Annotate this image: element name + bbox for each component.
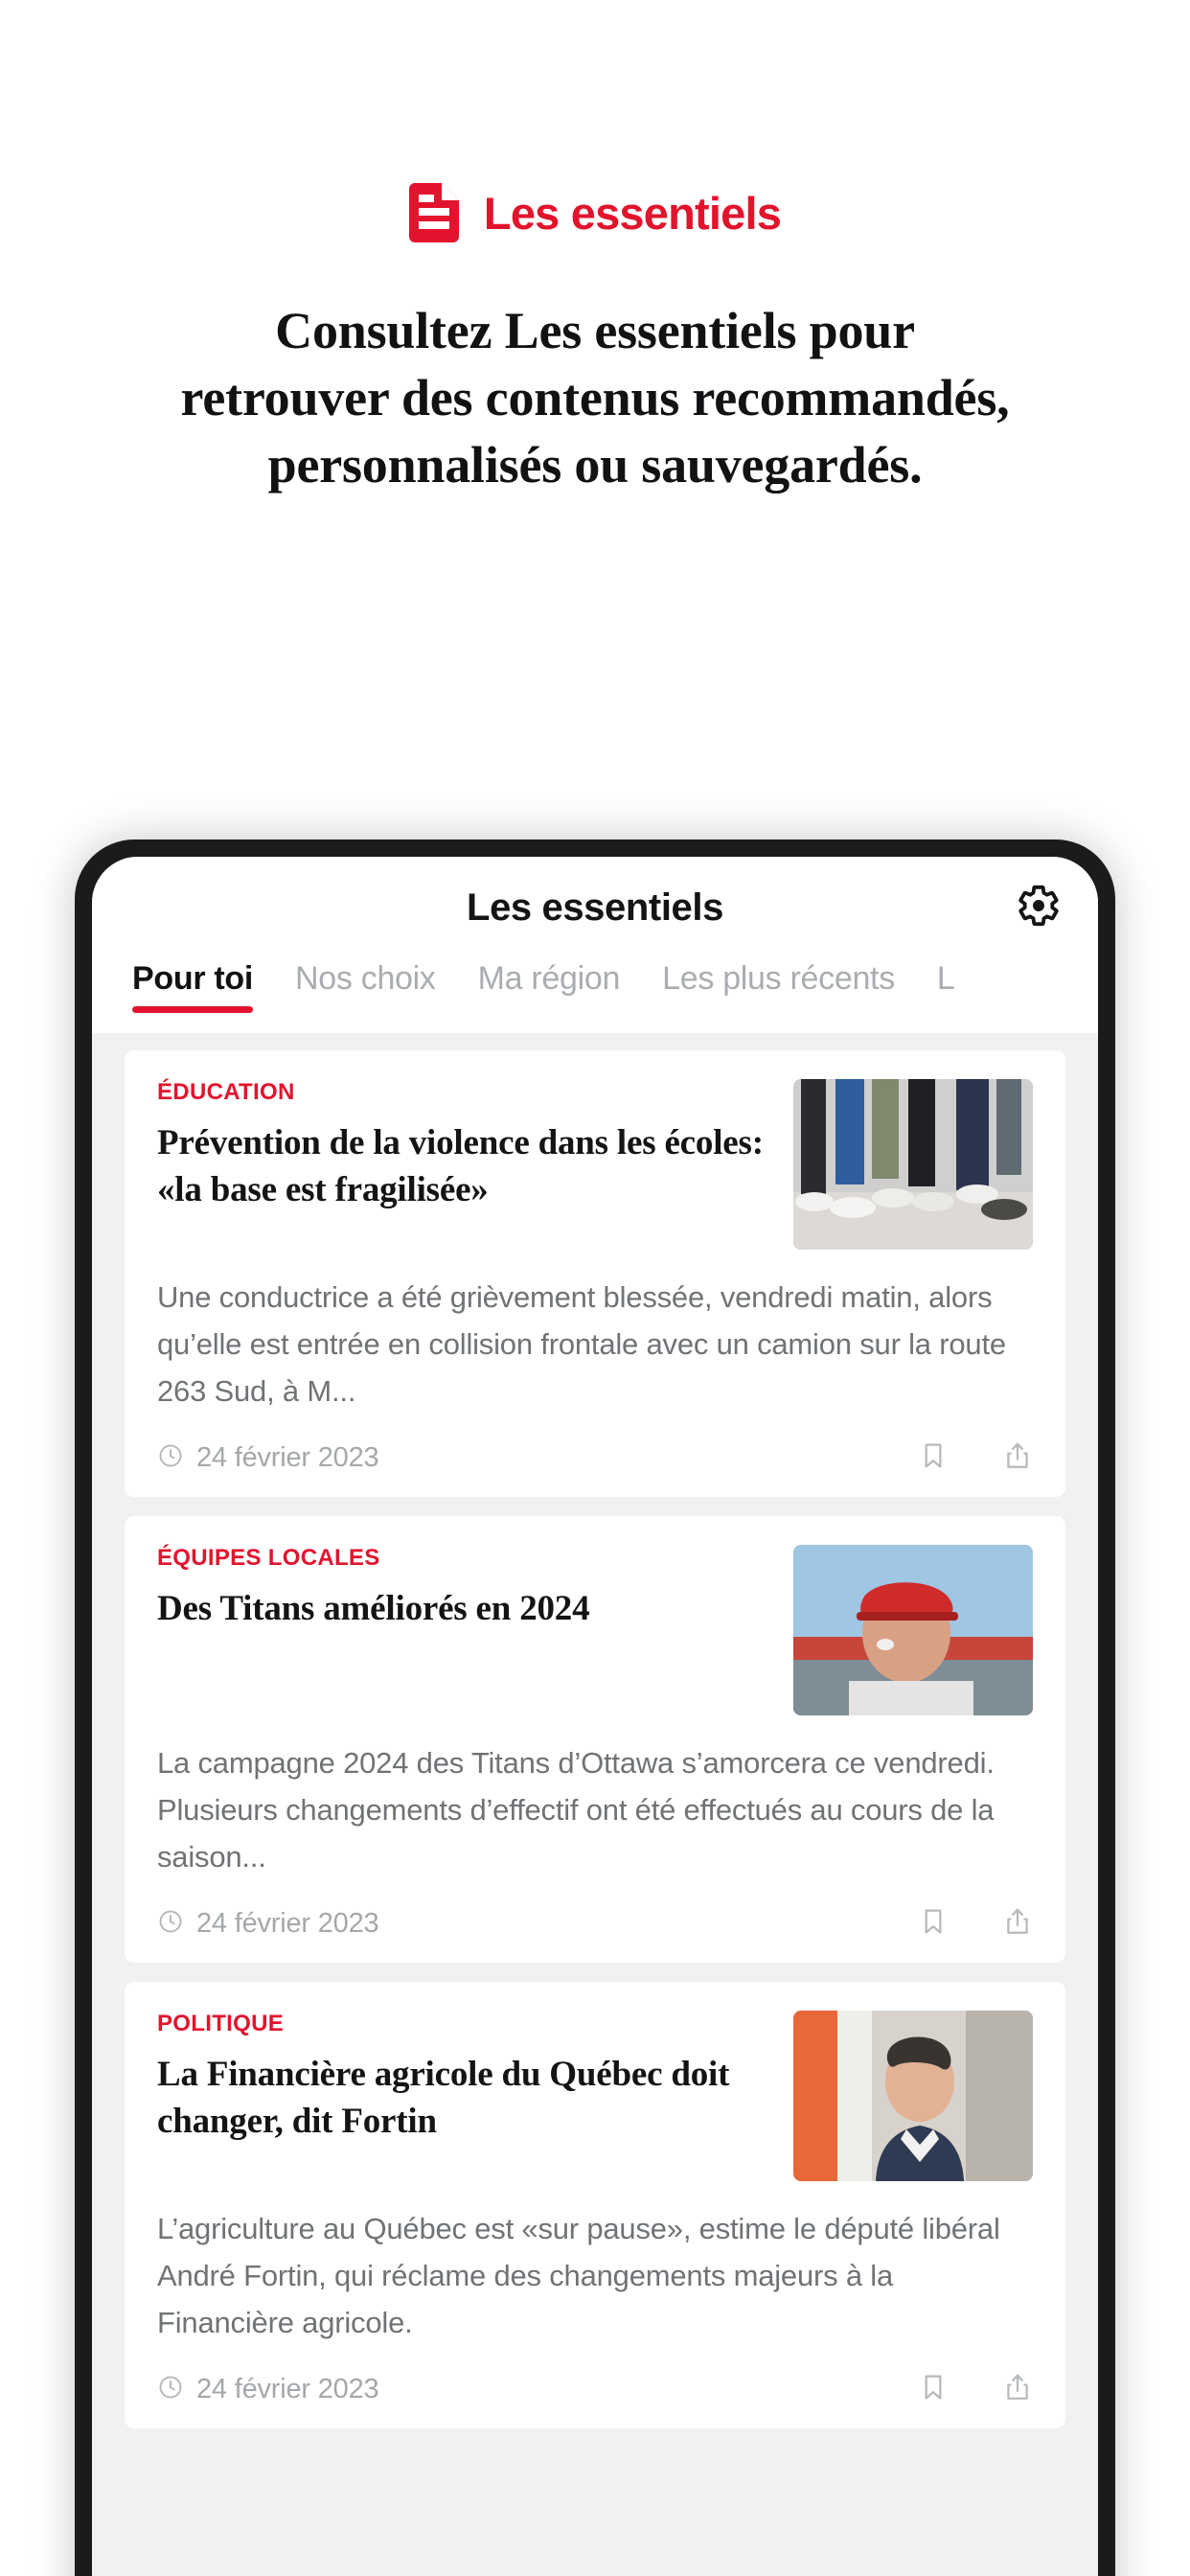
promo-brand-label: Les essentiels	[483, 187, 782, 239]
article-actions[interactable]	[918, 2372, 1033, 2407]
article-feed[interactable]: ÉDUCATION Prévention de la violence dans…	[92, 1033, 1098, 2576]
article-text-column: ÉDUCATION Prévention de la violence dans…	[157, 1079, 772, 1250]
article-card[interactable]: POLITIQUE La Financière agricole du Québ…	[125, 1981, 1065, 2428]
promo-headline-line-2: retrouver des contenus recommandés,	[180, 369, 1010, 427]
tab-pour-toi[interactable]: Pour toi	[132, 960, 253, 1013]
category-tab-bar[interactable]: Pour toi Nos choix Ma région Les plus ré…	[92, 958, 1098, 1033]
article-date: 24 février 2023	[196, 1441, 379, 1473]
article-date: 24 février 2023	[196, 2373, 379, 2404]
article-excerpt: Une conductrice a été grièvement blessée…	[157, 1280, 1006, 1408]
article-card[interactable]: ÉDUCATION Prévention de la violence dans…	[125, 1050, 1065, 1497]
promo-headline-line-3: personnalisés ou sauvegardés.	[267, 436, 923, 494]
tab-overflow[interactable]: L	[937, 960, 955, 1013]
article-card-top: ÉDUCATION Prévention de la violence dans…	[157, 1079, 1033, 1250]
article-kicker: POLITIQUE	[157, 2010, 285, 2036]
article-date-group: 24 février 2023	[157, 2373, 379, 2405]
promo-headline: Consultez Les essentiels pour retrouver …	[58, 297, 1132, 499]
article-thumbnail	[793, 2010, 1033, 2181]
article-title: La Financière agricole du Québec doit ch…	[157, 2054, 730, 2142]
article-date: 24 février 2023	[196, 1907, 379, 1939]
article-excerpt: L’agriculture au Québec est «sur pause»,…	[157, 2211, 1000, 2339]
article-title: Prévention de la violence dans les école…	[157, 1123, 764, 1210]
tab-nos-choix[interactable]: Nos choix	[295, 960, 436, 1013]
article-actions[interactable]	[918, 1906, 1033, 1942]
article-excerpt: La campagne 2024 des Titans d’Ottawa s’a…	[157, 1745, 995, 1874]
article-text-column: POLITIQUE La Financière agricole du Québ…	[157, 2011, 772, 2181]
article-actions[interactable]	[918, 1440, 1033, 1476]
clock-icon	[157, 1908, 184, 1940]
promo-page: Les essentiels Consultez Les essentiels …	[0, 178, 1190, 2576]
promo-brand: Les essentiels	[0, 178, 1190, 247]
article-date-group: 24 février 2023	[157, 1907, 379, 1940]
article-kicker: ÉDUCATION	[157, 1079, 295, 1105]
article-card-top: POLITIQUE La Financière agricole du Québ…	[157, 2010, 1033, 2181]
bookmark-icon[interactable]	[918, 2372, 949, 2407]
article-meta: 24 février 2023	[157, 1906, 1033, 1942]
article-title: Des Titans améliorés en 2024	[157, 1588, 590, 1628]
share-icon[interactable]	[1002, 1440, 1033, 1476]
bookmark-icon[interactable]	[918, 1440, 949, 1476]
clock-icon	[157, 2374, 184, 2405]
tab-ma-region[interactable]: Ma région	[478, 960, 621, 1013]
page-title: Les essentiels	[467, 886, 723, 929]
app-bar: Les essentiels	[92, 857, 1098, 958]
article-thumbnail	[793, 1079, 1033, 1250]
gear-icon	[1017, 884, 1061, 932]
share-icon[interactable]	[1002, 1906, 1033, 1942]
document-icon	[408, 183, 459, 242]
settings-button[interactable]	[1014, 883, 1064, 932]
article-text-column: ÉQUIPES LOCALES Des Titans améliorés en …	[157, 1545, 772, 1715]
article-date-group: 24 février 2023	[157, 1441, 379, 1474]
phone-mockup: Les essentiels Pour toi Nos choix Ma rég…	[75, 840, 1115, 2576]
article-card-top: ÉQUIPES LOCALES Des Titans améliorés en …	[157, 1544, 1033, 1715]
article-meta: 24 février 2023	[157, 1440, 1033, 1476]
article-card[interactable]: ÉQUIPES LOCALES Des Titans améliorés en …	[125, 1515, 1065, 1963]
article-kicker: ÉQUIPES LOCALES	[157, 1544, 380, 1571]
share-icon[interactable]	[1002, 2372, 1033, 2407]
tab-les-plus-recents[interactable]: Les plus récents	[662, 960, 895, 1013]
article-meta: 24 février 2023	[157, 2372, 1033, 2407]
article-thumbnail	[793, 1544, 1033, 1715]
phone-screen: Les essentiels Pour toi Nos choix Ma rég…	[92, 857, 1098, 2576]
bookmark-icon[interactable]	[918, 1906, 949, 1942]
clock-icon	[157, 1442, 184, 1474]
promo-headline-line-1: Consultez Les essentiels pour	[275, 302, 915, 359]
